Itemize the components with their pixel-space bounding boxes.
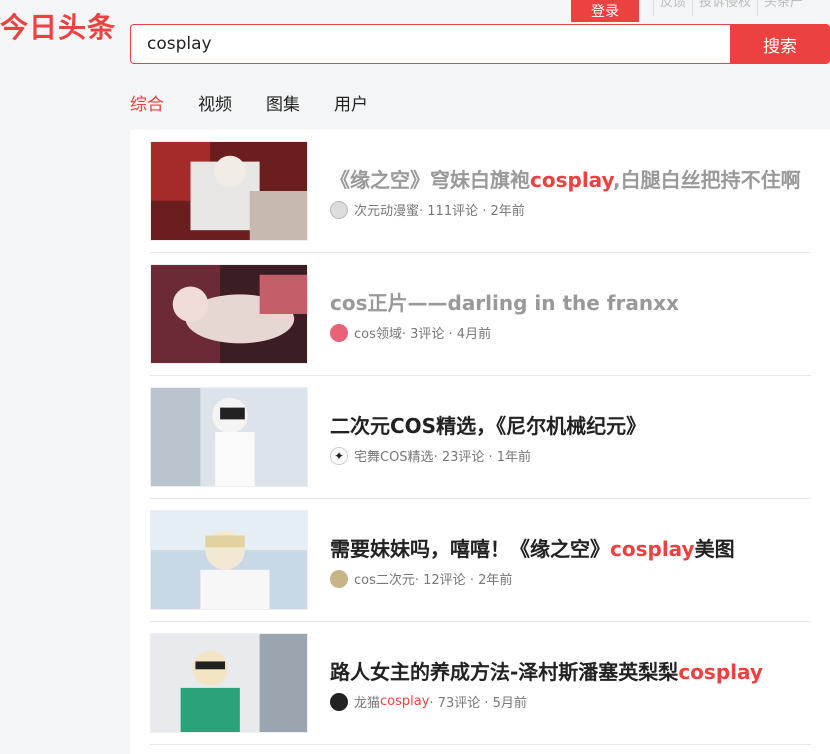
result-stats: · 12评论 · 2年前	[414, 573, 513, 588]
result-item[interactable]: 路人女主的养成方法-泽村斯潘塞英梨梨cosplay 龙猫 cosplay · 73…	[150, 622, 811, 745]
result-meta: 次元动漫蜜 · 111评论 · 2年前	[330, 200, 525, 219]
search-input[interactable]: cosplay	[130, 24, 730, 64]
result-meta: ✦ 宅舞COS精选 · 23评论 · 1年前	[330, 446, 531, 465]
result-stats: · 3评论 · 4月前	[401, 327, 492, 342]
products-link[interactable]: 头条产	[757, 0, 809, 16]
avatar[interactable]	[330, 692, 348, 711]
avatar[interactable]	[330, 323, 348, 342]
source-name[interactable]: 次元动漫蜜	[354, 200, 419, 219]
top-links: 反馈 投诉侵权 头条产	[653, 0, 809, 22]
tab-gallery[interactable]: 图集	[266, 93, 300, 117]
login-button[interactable]: 登录	[571, 0, 639, 22]
results-list: 《缘之空》穹妹白旗袍cosplay,白腿白丝把持不住啊 次元动漫蜜 · 111评…	[130, 130, 830, 754]
search-button[interactable]: 搜索	[730, 24, 830, 64]
result-stats: · 111评论 · 2年前	[419, 204, 525, 219]
result-title[interactable]: 二次元COS精选，《尼尔机械纪元》	[330, 410, 646, 439]
result-meta: cos二次元 · 12评论 · 2年前	[330, 569, 512, 588]
avatar[interactable]	[330, 569, 348, 588]
result-stats: · 23评论 · 1年前	[433, 450, 532, 465]
result-title[interactable]: 路人女主的养成方法-泽村斯潘塞英梨梨cosplay	[330, 656, 763, 685]
source-name[interactable]: 龙猫	[354, 692, 380, 711]
tab-video[interactable]: 视频	[198, 93, 232, 117]
result-meta: cos领域 · 3评论 · 4月前	[330, 323, 491, 342]
source-name-highlight[interactable]: cosplay	[380, 694, 429, 709]
result-thumbnail[interactable]	[150, 633, 308, 733]
feedback-link[interactable]: 反馈	[653, 0, 692, 16]
result-thumbnail[interactable]	[150, 387, 308, 487]
search-query: cosplay	[147, 34, 212, 54]
result-meta: 龙猫 cosplay · 73评论 · 5月前	[330, 692, 527, 711]
result-stats: · 73评论 · 5月前	[429, 696, 527, 711]
result-item[interactable]: 需要妹妹吗，嘻嘻！《缘之空》cosplay美图 cos二次元 · 12评论 · …	[150, 499, 811, 622]
source-name[interactable]: cos二次元	[354, 569, 415, 588]
result-thumbnail[interactable]	[150, 264, 308, 364]
report-link[interactable]: 投诉侵权	[692, 0, 757, 16]
result-thumbnail[interactable]	[150, 510, 308, 610]
avatar[interactable]: ✦	[330, 446, 348, 465]
result-item[interactable]: 二次元COS精选，《尼尔机械纪元》 ✦ 宅舞COS精选 · 23评论 · 1年前	[150, 376, 811, 499]
result-title[interactable]: 《缘之空》穹妹白旗袍cosplay,白腿白丝把持不住啊	[330, 164, 801, 193]
result-tabs: 综合 视频 图集 用户	[130, 93, 402, 117]
tab-users[interactable]: 用户	[334, 93, 368, 117]
result-item[interactable]: 《缘之空》穹妹白旗袍cosplay,白腿白丝把持不住啊 次元动漫蜜 · 111评…	[150, 130, 811, 253]
source-name[interactable]: cos领域	[354, 323, 402, 342]
source-name[interactable]: 宅舞COS精选	[354, 446, 434, 465]
avatar[interactable]	[330, 200, 348, 219]
result-title[interactable]: cos正片——darling in the franxx	[330, 287, 679, 316]
tab-all[interactable]: 综合	[130, 93, 164, 117]
result-title[interactable]: 需要妹妹吗，嘻嘻！《缘之空》cosplay美图	[330, 533, 735, 562]
result-item[interactable]: cos正片——darling in the franxx cos领域 · 3评论…	[150, 253, 811, 376]
logo[interactable]: 今日头条	[0, 6, 116, 46]
result-thumbnail[interactable]	[150, 141, 308, 241]
